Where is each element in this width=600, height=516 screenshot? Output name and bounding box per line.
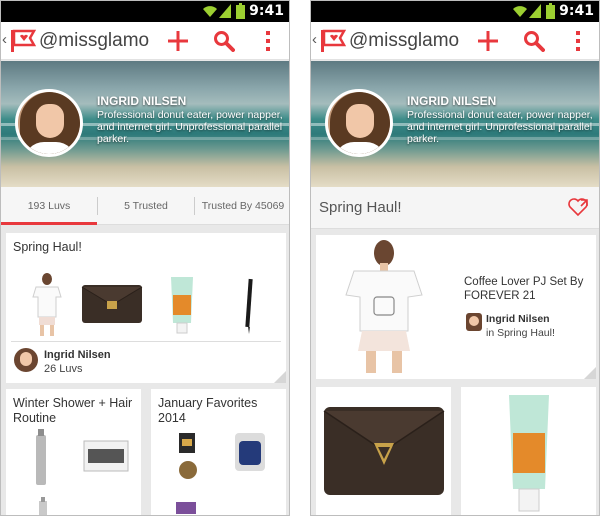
avatar[interactable] [325, 89, 393, 157]
wifi-icon [203, 6, 217, 17]
search-icon[interactable] [523, 30, 545, 52]
product-card-sunscreen[interactable] [461, 387, 596, 515]
product-candle[interactable] [177, 431, 197, 455]
profile-header: INGRID NILSEN Professional donut eater, … [1, 61, 289, 187]
status-time: 9:41 [559, 3, 594, 19]
search-icon[interactable] [213, 30, 235, 52]
product-pj-set[interactable] [28, 273, 66, 337]
collection-link[interactable]: in Spring Haul! [486, 327, 555, 339]
luvs-count: 26 Luvs [44, 363, 83, 375]
product-jar[interactable] [231, 429, 269, 473]
collection-title-bar: Spring Haul! [311, 187, 599, 229]
app-bar: ‹ @missglamorazzi [311, 22, 599, 60]
more-icon[interactable] [574, 30, 582, 52]
logo-icon[interactable] [10, 28, 36, 54]
tab-luvs[interactable]: 193 Luvs [1, 187, 97, 225]
owner-name[interactable]: Ingrid Nilsen [486, 313, 550, 325]
owner-avatar[interactable] [14, 348, 38, 372]
profile-screen: 9:41 ‹ @missglamorazzi INGRID NILSEN Pro… [0, 0, 290, 516]
collection-title: Spring Haul! [319, 199, 402, 216]
product-sunscreen[interactable] [169, 275, 195, 335]
status-bar: 9:41 [311, 1, 599, 22]
tab-trusted[interactable]: 5 Trusted [98, 187, 194, 225]
profile-name: INGRID NILSEN [407, 94, 497, 108]
product-clutch[interactable] [81, 283, 143, 325]
app-bar: ‹ @missglamorazzi [1, 22, 289, 60]
profile-bio: Professional donut eater, power napper, … [407, 109, 593, 145]
product-sunscreen[interactable] [505, 393, 553, 513]
product-hair-tool-box[interactable] [82, 437, 130, 473]
collection-card-winter[interactable]: Winter Shower + Hair Routine [6, 389, 141, 516]
collection-title: January Favorites 2014 [158, 396, 258, 425]
profile-bio: Professional donut eater, power napper, … [97, 109, 283, 145]
back-icon[interactable]: ‹ [2, 31, 7, 49]
product-eyeliner[interactable] [242, 277, 256, 335]
collection-title: Spring Haul! [13, 240, 82, 254]
battery-icon [546, 3, 555, 19]
owner-avatar[interactable] [466, 313, 482, 331]
collection-screen: 9:41 ‹ @missglamorazzi INGRID NILSEN Pro… [310, 0, 600, 516]
wifi-icon [513, 6, 527, 17]
profile-header: INGRID NILSEN Professional donut eater, … [311, 61, 599, 187]
product-card-clutch[interactable] [316, 387, 451, 515]
status-time: 9:41 [249, 3, 284, 19]
collection-card-january[interactable]: January Favorites 2014 [151, 389, 286, 515]
tab-trusted-by[interactable]: Trusted By 45069 [195, 187, 289, 225]
signal-icon [219, 4, 231, 18]
add-icon[interactable] [167, 30, 189, 52]
profile-handle: @missglamorazzi [349, 30, 459, 51]
collection-card-spring-haul[interactable]: Spring Haul! Ingrid Nilsen 26 Luvs [6, 233, 286, 383]
heart-icon[interactable] [567, 197, 589, 217]
product-hair-spray[interactable] [34, 429, 48, 487]
more-icon[interactable] [264, 30, 272, 52]
product-title[interactable]: Coffee Lover PJ Set By FOREVER 21 [464, 275, 592, 303]
profile-tabs: 193 Luvs 5 Trusted Trusted By 45069 [1, 187, 289, 225]
product-pj-set[interactable] [340, 239, 428, 375]
avatar[interactable] [15, 89, 83, 157]
profile-handle: @missglamorazzi [39, 30, 149, 51]
owner-name[interactable]: Ingrid Nilsen [44, 349, 111, 361]
battery-icon [236, 3, 245, 19]
collection-title: Winter Shower + Hair Routine [13, 396, 133, 425]
product-bottle[interactable] [36, 497, 50, 516]
product-box[interactable] [175, 501, 197, 515]
product-clutch[interactable] [322, 403, 446, 499]
signal-icon [529, 4, 541, 18]
logo-icon[interactable] [320, 28, 346, 54]
profile-name: INGRID NILSEN [97, 94, 187, 108]
back-icon[interactable]: ‹ [312, 31, 317, 49]
add-icon[interactable] [477, 30, 499, 52]
product-scrub[interactable] [177, 459, 199, 481]
featured-product-card[interactable]: Coffee Lover PJ Set By FOREVER 21 Ingrid… [316, 235, 596, 379]
status-bar: 9:41 [1, 1, 289, 22]
